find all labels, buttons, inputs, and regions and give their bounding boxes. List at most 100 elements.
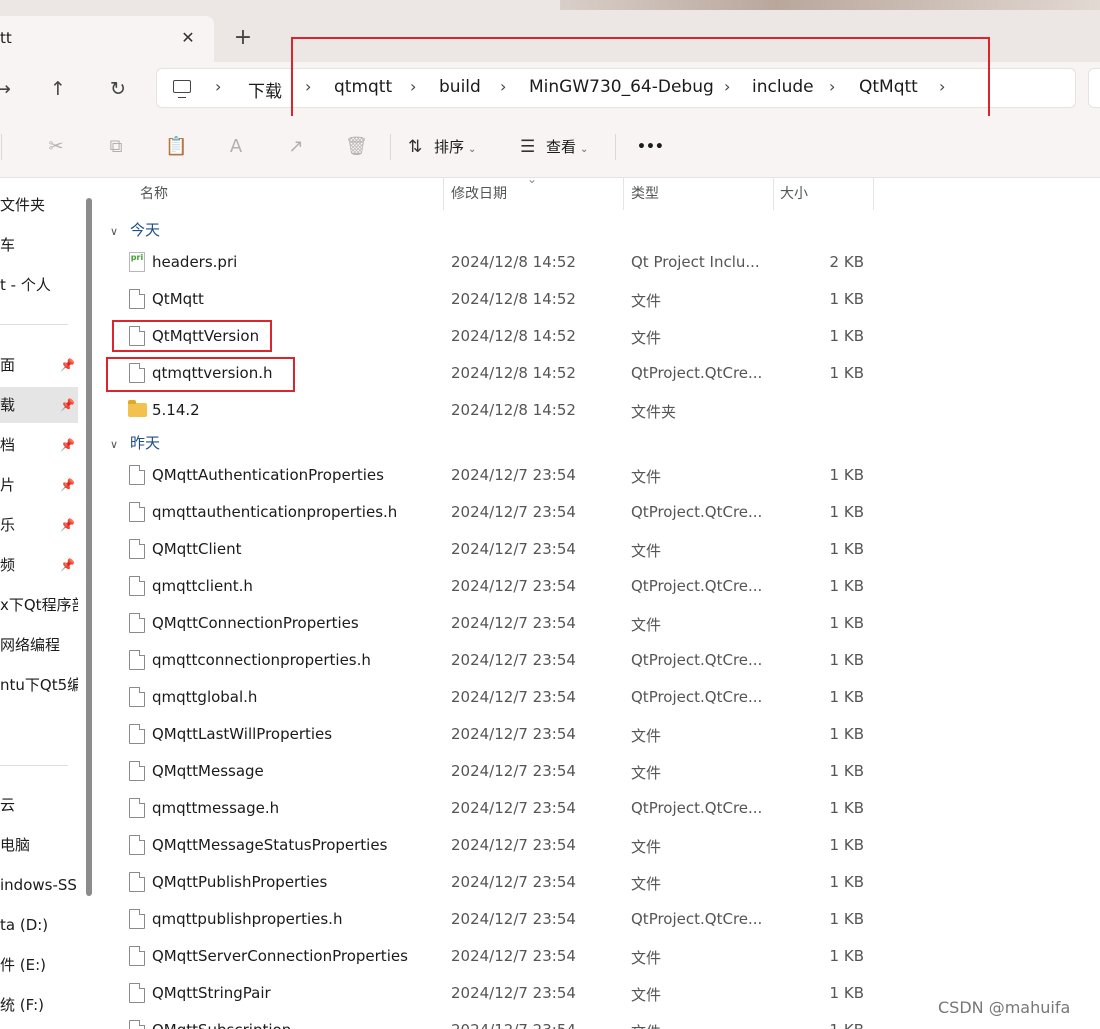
table-row[interactable]: qtmqttversion.h 2024/12/8 14:52 QtProjec… (100, 356, 1100, 393)
close-icon[interactable]: ✕ (176, 26, 200, 50)
sidebar-item[interactable]: 云 (0, 787, 78, 823)
file-size: 1 KB (764, 1021, 864, 1029)
file-date: 2024/12/7 23:54 (451, 799, 576, 817)
table-row[interactable]: QMqttMessage 2024/12/7 23:54 文件 1 KB (100, 754, 1100, 791)
breadcrumb-item-build[interactable]: build (439, 77, 481, 97)
breadcrumb-item-mingw[interactable]: MinGW730_64-Debug (529, 77, 714, 97)
cut-icon[interactable]: ✂ (45, 136, 67, 158)
column-divider[interactable] (443, 178, 444, 210)
table-row[interactable]: QMqttPublishProperties 2024/12/7 23:54 文… (100, 865, 1100, 902)
table-row[interactable]: QMqttClient 2024/12/7 23:54 文件 1 KB (100, 532, 1100, 569)
chevron-right-icon[interactable]: › (305, 77, 311, 96)
sidebar-item[interactable]: 文件夹 (0, 187, 78, 223)
file-icon (129, 539, 145, 559)
share-icon[interactable]: ↗ (285, 136, 307, 158)
chevron-down-icon: ⌄ (580, 144, 589, 155)
sort-button[interactable]: ⇅ 排序 ⌄ (408, 135, 476, 159)
table-row[interactable]: pri headers.pri 2024/12/8 14:52 Qt Proje… (100, 245, 1100, 282)
table-row[interactable]: QMqttLastWillProperties 2024/12/7 23:54 … (100, 717, 1100, 754)
sidebar-item[interactable]: 档 📌 (0, 427, 78, 463)
file-size: 1 KB (829, 503, 864, 521)
sidebar-item[interactable]: 片 📌 (0, 467, 78, 503)
column-header-type[interactable]: 类型 (631, 178, 659, 210)
column-header-date[interactable]: 修改日期 (451, 178, 507, 210)
file-size: 1 KB (829, 466, 864, 484)
table-row[interactable]: QMqttMessageStatusProperties 2024/12/7 2… (100, 828, 1100, 865)
table-row[interactable]: QtMqttVersion 2024/12/8 14:52 文件 1 KB (100, 319, 1100, 356)
sidebar-item[interactable]: 车 (0, 227, 78, 263)
file-size: 1 KB (829, 984, 864, 1002)
file-type: QtProject.QtCre... (631, 910, 763, 928)
sidebar-item-selected[interactable]: 载 📌 (0, 387, 78, 423)
paste-icon[interactable]: 📋 (165, 136, 187, 158)
toolbar-divider (615, 134, 616, 160)
file-name: qmqttmessage.h (152, 799, 280, 817)
group-label: 昨天 (130, 434, 161, 452)
column-divider[interactable] (623, 178, 624, 210)
sidebar-item[interactable]: 网络编程 (0, 627, 78, 663)
column-header-name[interactable]: 名称 (140, 178, 168, 210)
sort-descending-icon: ⌄ (527, 172, 538, 186)
table-row[interactable]: 5.14.2 2024/12/8 14:52 文件夹 (100, 393, 1100, 430)
arrow-right-icon[interactable]: → (0, 74, 18, 104)
sidebar-item[interactable]: 统 (F:) (0, 987, 78, 1023)
table-row[interactable]: qmqttpublishproperties.h 2024/12/7 23:54… (100, 902, 1100, 939)
breadcrumb[interactable]: › 下载 › qtmqtt › build › MinGW730_64-Debu… (156, 68, 1076, 108)
file-name: qmqttconnectionproperties.h (152, 651, 371, 669)
chevron-right-icon[interactable]: › (939, 77, 945, 96)
table-row[interactable]: qmqttglobal.h 2024/12/7 23:54 QtProject.… (100, 680, 1100, 717)
file-icon (129, 289, 145, 309)
sidebar-item[interactable]: x下Qt程序部 (0, 587, 78, 623)
sidebar-item[interactable]: 乐 📌 (0, 507, 78, 543)
file-date: 2024/12/7 23:54 (451, 762, 576, 780)
sidebar-item[interactable]: 电脑 (0, 827, 78, 863)
group-header-today[interactable]: ∨ 今天 (110, 215, 160, 245)
search-box[interactable] (1088, 68, 1100, 108)
copy-icon[interactable]: ⧉ (105, 136, 127, 158)
breadcrumb-item-include[interactable]: include (752, 77, 814, 97)
chevron-right-icon[interactable]: › (500, 77, 506, 96)
sidebar-item-label: indows-SSD (0, 876, 78, 894)
breadcrumb-item-downloads[interactable]: 下载 (248, 77, 282, 102)
sidebar-item[interactable]: t - 个人 (0, 267, 78, 303)
chevron-right-icon[interactable]: › (829, 77, 835, 96)
column-header-size[interactable]: 大小 (780, 178, 808, 210)
table-row[interactable]: qmqttclient.h 2024/12/7 23:54 QtProject.… (100, 569, 1100, 606)
file-date: 2024/12/8 14:52 (451, 253, 576, 271)
breadcrumb-item-qtmqtt[interactable]: qtmqtt (334, 77, 392, 97)
computer-icon[interactable] (173, 80, 191, 98)
table-row[interactable]: QtMqtt 2024/12/8 14:52 文件 1 KB (100, 282, 1100, 319)
sidebar-item[interactable]: indows-SSD (0, 867, 78, 903)
column-divider[interactable] (873, 178, 874, 210)
table-row[interactable]: QMqttAuthenticationProperties 2024/12/7 … (100, 458, 1100, 495)
chevron-right-icon[interactable]: › (215, 77, 221, 96)
table-row[interactable]: qmqttauthenticationproperties.h 2024/12/… (100, 495, 1100, 532)
sidebar-item[interactable]: ta (D:) (0, 907, 78, 943)
chevron-right-icon[interactable]: › (724, 77, 730, 96)
table-row[interactable]: QMqttServerConnectionProperties 2024/12/… (100, 939, 1100, 976)
chevron-right-icon[interactable]: › (410, 77, 416, 96)
table-row[interactable]: qmqttmessage.h 2024/12/7 23:54 QtProject… (100, 791, 1100, 828)
plus-icon[interactable]: + (228, 24, 258, 54)
sidebar-item-label: 云 (0, 796, 16, 814)
table-row[interactable]: QMqttConnectionProperties 2024/12/7 23:5… (100, 606, 1100, 643)
arrow-up-icon[interactable]: ↑ (43, 74, 73, 104)
rename-icon[interactable]: A (225, 136, 247, 158)
file-name: QMqttLastWillProperties (152, 725, 333, 743)
more-options-button[interactable]: ••• (637, 135, 664, 159)
column-divider[interactable] (773, 178, 774, 210)
group-header-yesterday[interactable]: ∨ 昨天 (110, 428, 160, 458)
breadcrumb-item-qtmqtt-current[interactable]: QtMqtt (859, 77, 918, 97)
file-type: 文件夹 (631, 403, 677, 421)
sidebar-item[interactable]: 面 📌 (0, 347, 78, 383)
sidebar-scrollbar[interactable] (86, 198, 92, 896)
table-row[interactable]: qmqttconnectionproperties.h 2024/12/7 23… (100, 643, 1100, 680)
refresh-icon[interactable]: ↻ (103, 74, 133, 104)
trash-icon[interactable]: 🗑 (345, 136, 368, 158)
file-name: QMqttServerConnectionProperties (152, 947, 408, 965)
tab-active[interactable]: tt ✕ (0, 16, 214, 62)
sidebar-item[interactable]: ntu下Qt5编 (0, 667, 78, 703)
sidebar-item[interactable]: 频 📌 (0, 547, 78, 583)
sidebar-item[interactable]: 件 (E:) (0, 947, 78, 983)
view-button[interactable]: ☰ 查看 ⌄ (520, 135, 588, 159)
